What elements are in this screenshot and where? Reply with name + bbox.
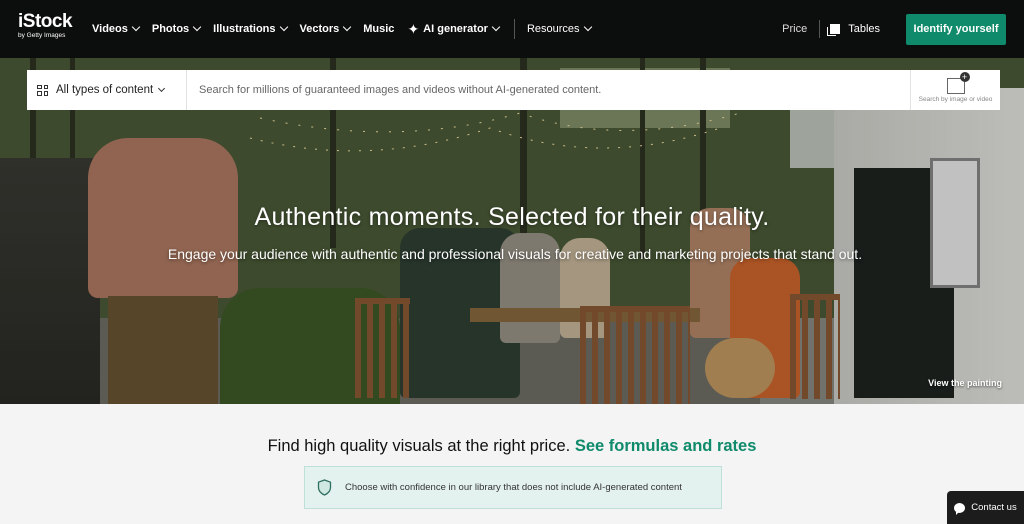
nav-vectors[interactable]: Vectors <box>299 22 352 35</box>
chevron-down-icon <box>192 22 202 32</box>
content-type-label: All types of content <box>56 84 154 96</box>
nav-resources[interactable]: Resources <box>526 22 592 35</box>
image-search-button[interactable]: Search by image or video <box>910 70 1000 110</box>
nav-music[interactable]: Music <box>363 23 394 35</box>
image-search-label: Search by image or video <box>918 95 993 103</box>
identify-yourself-button[interactable]: Identify yourself <box>906 13 1006 45</box>
contact-label: Contact us <box>971 502 1017 513</box>
tables-link[interactable]: Tables <box>827 23 880 36</box>
hero-subtitle: Engage your audience with authentic and … <box>167 246 863 262</box>
image-search-icon <box>946 71 970 94</box>
price-link[interactable]: Price <box>782 23 807 35</box>
hero-title: Authentic moments. Selected for their qu… <box>254 203 770 231</box>
nav-label: Videos <box>92 23 128 35</box>
nav-photos[interactable]: Photos <box>151 22 202 35</box>
sparkle-icon: ✦ <box>407 20 420 37</box>
logo-tagline: by Getty Images <box>18 32 66 39</box>
search-bar: All types of content Search by image or … <box>27 70 1000 110</box>
chevron-down-icon <box>491 22 501 32</box>
nav-divider <box>513 19 515 39</box>
chevron-down-icon <box>583 22 592 32</box>
nav-label: Photos <box>151 23 190 35</box>
tables-label: Tables <box>848 23 880 35</box>
shield-icon <box>317 479 332 496</box>
chevron-down-icon <box>279 22 288 32</box>
chevron-down-icon <box>158 84 166 92</box>
grid-icon <box>37 84 48 96</box>
content-type-select[interactable]: All types of content <box>27 70 187 110</box>
tables-icon <box>827 24 841 36</box>
nav-label: AI generator <box>423 23 488 35</box>
nav-label: Vectors <box>299 23 340 35</box>
top-navbar: iStock by Getty Images Videos Photos Ill… <box>0 0 1024 58</box>
ai-free-notice: Choose with confidence in our library th… <box>304 466 722 509</box>
nav-divider <box>819 20 821 38</box>
nav-label: Resources <box>526 23 580 35</box>
nav-ai-generator[interactable]: ✦ AI generator <box>407 20 501 37</box>
nav-label: Illustrations <box>213 23 276 35</box>
istock-logo[interactable]: iStock by Getty Images <box>18 12 78 42</box>
notice-text: Choose with confidence in our library th… <box>345 481 682 493</box>
contact-us-button[interactable]: Contact us <box>947 491 1024 524</box>
view-painting-link[interactable]: View the painting <box>928 378 1002 388</box>
main-nav: Videos Photos Illustrations Vectors Musi… <box>92 0 604 58</box>
logo-name: iStock <box>18 11 73 32</box>
pricing-heading: Find high quality visuals at the right p… <box>0 437 1024 456</box>
nav-illustrations[interactable]: Illustrations <box>213 22 288 35</box>
chat-bubble-icon <box>954 502 966 515</box>
nav-right: Price Tables Identify yourself <box>782 0 1006 58</box>
chevron-down-icon <box>343 22 352 32</box>
pricing-text: Find high quality visuals at the right p… <box>267 437 571 455</box>
nav-videos[interactable]: Videos <box>92 22 141 35</box>
see-formulas-link[interactable]: See formulas and rates <box>575 437 757 455</box>
search-input[interactable] <box>187 71 910 109</box>
nav-label: Music <box>363 23 395 35</box>
chevron-down-icon <box>131 22 141 32</box>
